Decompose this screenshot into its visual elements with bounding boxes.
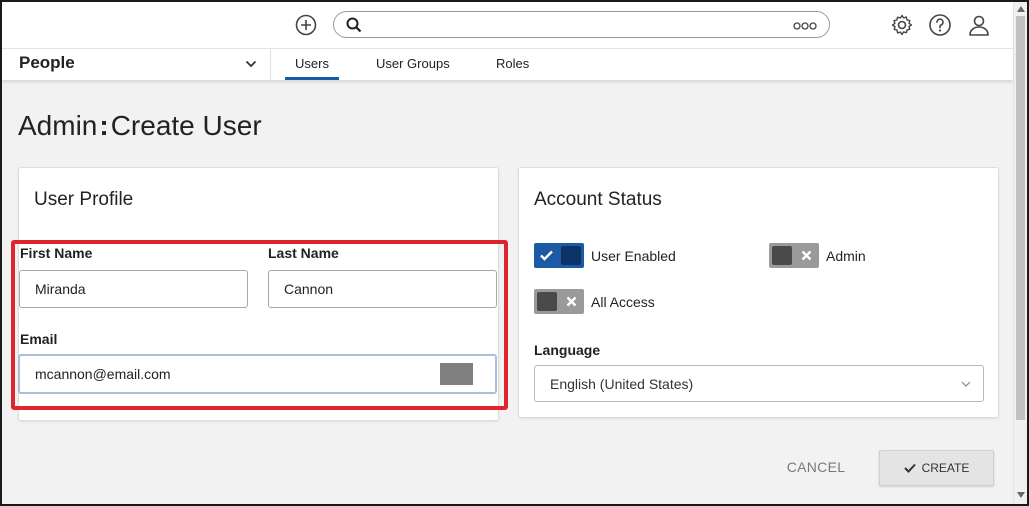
toggle-knob — [561, 246, 581, 265]
all-access-toggle[interactable] — [534, 289, 584, 314]
help-icon[interactable] — [928, 13, 952, 37]
chevron-down-icon — [961, 381, 971, 387]
language-select[interactable]: English (United States) — [534, 365, 984, 402]
page-title-main: Create User — [110, 110, 262, 141]
user-enabled-toggle[interactable] — [534, 243, 584, 268]
user-icon[interactable] — [967, 13, 991, 37]
chevron-down-icon — [245, 60, 257, 68]
page-title-separator: : — [99, 110, 109, 141]
gear-icon[interactable] — [890, 13, 914, 37]
search-input[interactable] — [370, 15, 770, 34]
tab-user-groups[interactable]: User Groups — [376, 56, 450, 80]
top-bar — [2, 2, 1013, 48]
add-circle-icon[interactable] — [294, 13, 318, 37]
tab-roles[interactable]: Roles — [496, 56, 529, 80]
page-title: Admin:Create User — [18, 110, 262, 142]
scrollbar-thumb[interactable] — [1016, 16, 1025, 420]
user-enabled-label: User Enabled — [591, 248, 676, 264]
page-title-prefix: Admin — [18, 110, 98, 141]
scroll-up-icon[interactable] — [1017, 6, 1025, 12]
highlight-box — [11, 240, 508, 410]
admin-toggle[interactable] — [769, 243, 819, 268]
admin-label: Admin — [826, 248, 866, 264]
check-icon — [903, 463, 916, 473]
scrollbar[interactable] — [1013, 2, 1027, 504]
module-label: People — [19, 53, 75, 72]
scroll-down-icon[interactable] — [1017, 492, 1025, 498]
module-selector[interactable]: People — [2, 49, 271, 80]
create-button-label: CREATE — [921, 461, 970, 475]
language-value: English (United States) — [550, 376, 694, 392]
x-icon — [566, 296, 577, 307]
search-icon — [346, 17, 362, 33]
toggle-knob — [537, 292, 557, 311]
account-status-title: Account Status — [534, 189, 662, 210]
check-icon — [540, 250, 553, 261]
tab-user-groups-label: User Groups — [376, 56, 450, 71]
tab-roles-label: Roles — [496, 56, 530, 71]
tab-users[interactable]: Users — [285, 56, 339, 80]
toggle-knob — [772, 246, 792, 265]
nav-bar: People Users User Groups Roles — [2, 48, 1013, 80]
x-icon — [801, 250, 812, 261]
tab-users-label: Users — [295, 56, 329, 71]
more-icon[interactable] — [793, 22, 817, 30]
search-box[interactable] — [333, 11, 830, 38]
language-label: Language — [534, 342, 601, 358]
create-button[interactable]: CREATE — [879, 450, 994, 486]
all-access-label: All Access — [591, 294, 655, 310]
user-profile-title: User Profile — [34, 189, 134, 210]
cancel-button[interactable]: CANCEL — [772, 452, 860, 482]
app-window: People Users User Groups Roles Admin:Cre… — [0, 0, 1029, 506]
